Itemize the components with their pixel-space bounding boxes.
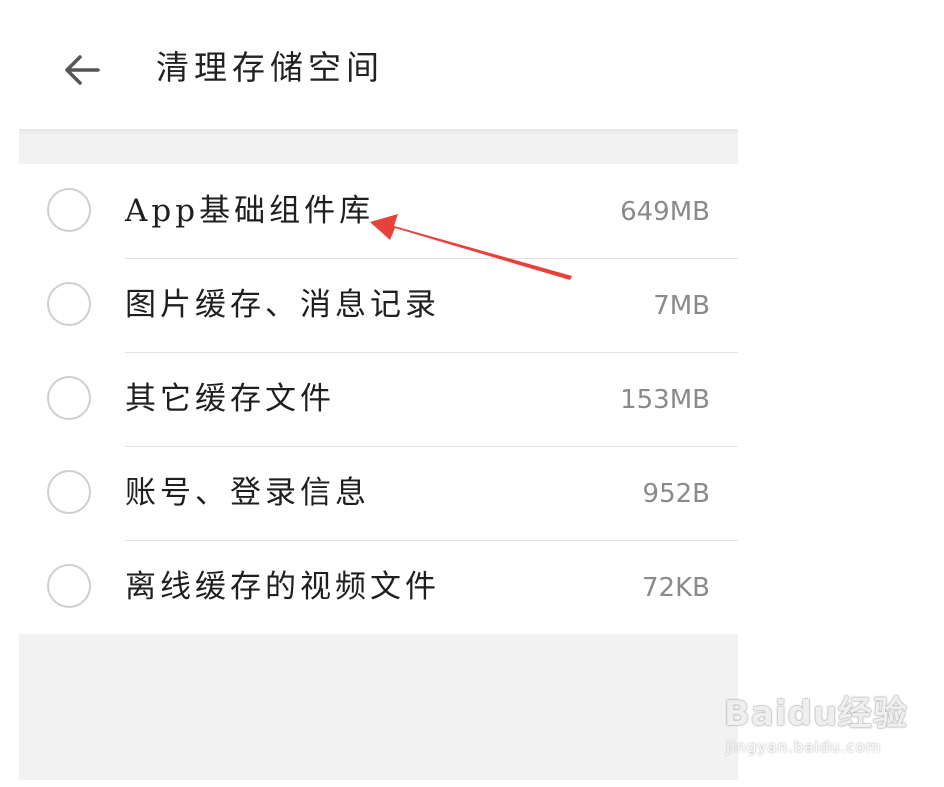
storage-item-size: 72KB — [642, 573, 710, 603]
storage-item-label: 其它缓存文件 — [125, 381, 335, 417]
storage-item-label: 图片缓存、消息记录 — [125, 287, 440, 323]
storage-item-other-cache[interactable]: 其它缓存文件 153MB — [19, 352, 738, 446]
baidu-jingyan-watermark: Baidu经验 jingyan.baidu.com — [724, 686, 924, 766]
radio-button[interactable] — [47, 376, 91, 420]
storage-cleanup-screen: 清理存储空间 App基础组件库 649MB 图片缓存、消息记录 7MB 其它缓存… — [19, 7, 738, 780]
arrow-left-icon — [65, 55, 100, 85]
storage-item-account-info[interactable]: 账号、登录信息 952B — [19, 446, 738, 540]
storage-item-size: 7MB — [653, 291, 710, 321]
top-app-bar: 清理存储空间 — [19, 7, 738, 129]
storage-item-label: 离线缓存的视频文件 — [125, 569, 440, 605]
radio-button[interactable] — [47, 282, 91, 326]
storage-item-app-components[interactable]: App基础组件库 649MB — [19, 164, 738, 258]
radio-button[interactable] — [47, 564, 91, 608]
page-title: 清理存储空间 — [156, 48, 384, 87]
radio-button[interactable] — [47, 188, 91, 232]
storage-item-size: 153MB — [620, 385, 710, 415]
storage-item-label: 账号、登录信息 — [125, 475, 370, 511]
radio-button[interactable] — [47, 470, 91, 514]
watermark-url: jingyan.baidu.com — [726, 738, 882, 756]
back-button[interactable] — [59, 47, 105, 93]
storage-item-label: App基础组件库 — [125, 193, 375, 229]
storage-item-size: 649MB — [620, 197, 710, 227]
storage-item-offline-video[interactable]: 离线缓存的视频文件 72KB — [19, 540, 738, 634]
watermark-logo-text: Baidu经验 — [724, 694, 909, 734]
storage-item-size: 952B — [642, 479, 710, 509]
storage-item-list: App基础组件库 649MB 图片缓存、消息记录 7MB 其它缓存文件 153M… — [19, 164, 738, 634]
storage-item-image-cache[interactable]: 图片缓存、消息记录 7MB — [19, 258, 738, 352]
